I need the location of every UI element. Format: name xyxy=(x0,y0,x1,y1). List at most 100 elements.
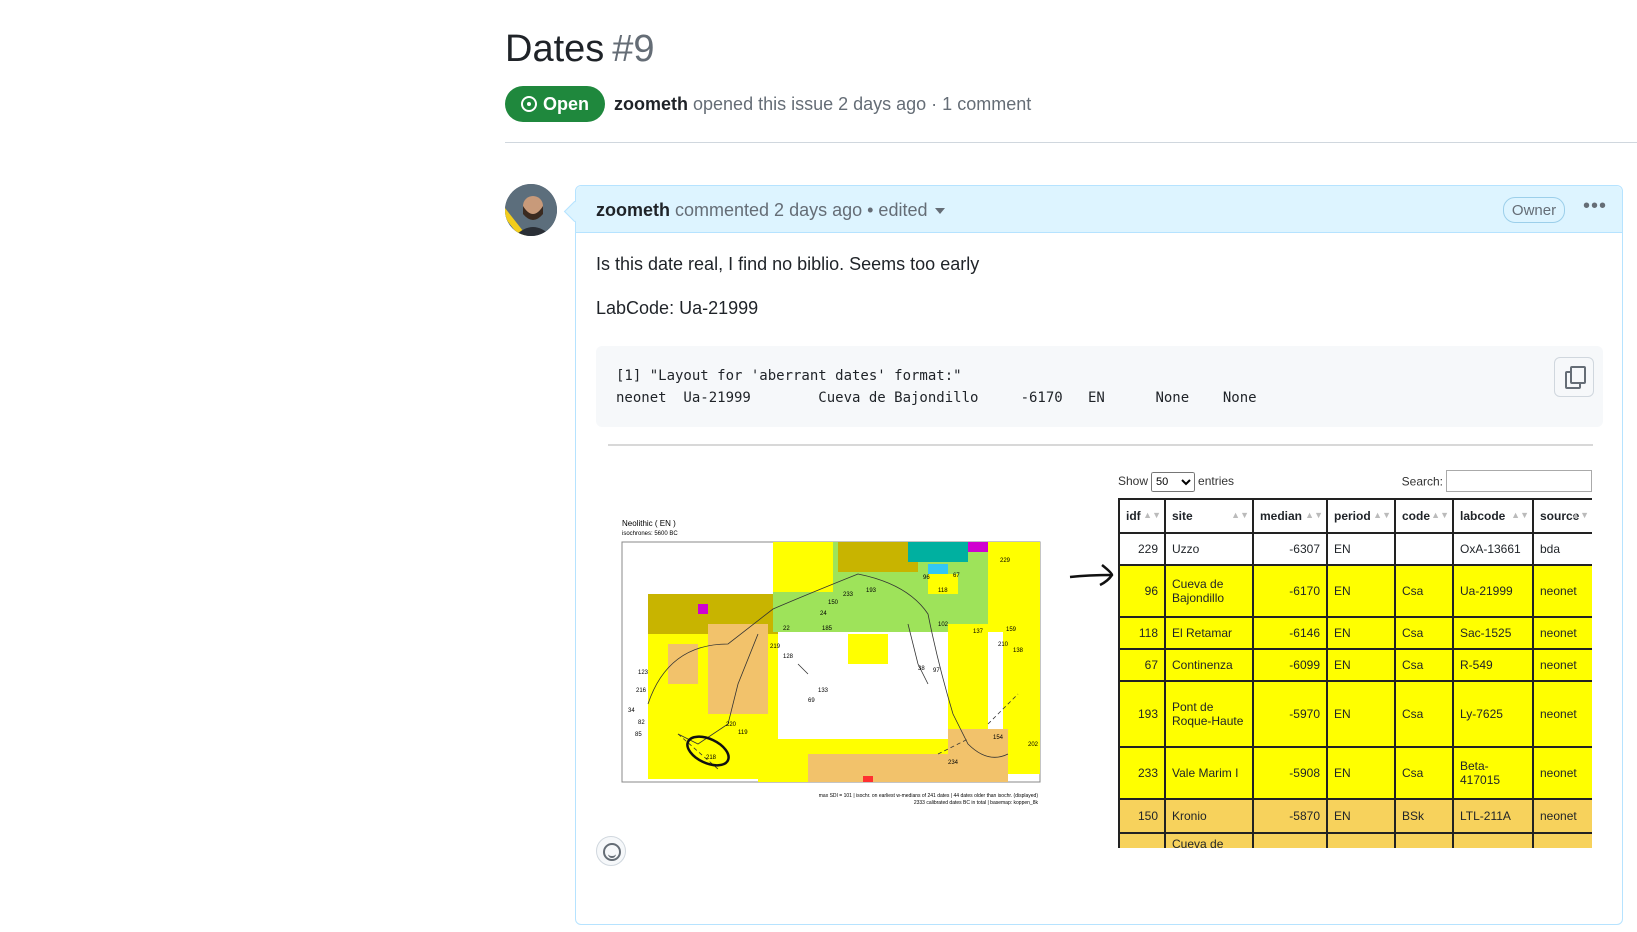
map-site-label: 67 xyxy=(953,573,960,579)
map-site-label: 219 xyxy=(770,644,781,650)
cell-site: Pont de Roque-Haute xyxy=(1164,680,1254,748)
column-header-0[interactable]: idf ▲▼ xyxy=(1118,498,1166,534)
map-cell xyxy=(698,604,708,614)
cell-median: -5908 xyxy=(1252,746,1328,800)
issue-author-link[interactable]: zoometh xyxy=(614,94,688,114)
map-title: Neolithic ( EN ) xyxy=(622,519,676,528)
comment-author-link[interactable]: zoometh xyxy=(596,200,670,220)
cell-source: neonet xyxy=(1532,798,1592,834)
map-site-label: 218 xyxy=(706,755,717,761)
column-header-3[interactable]: period ▲▼ xyxy=(1326,498,1396,534)
datatable-screenshot: Show 50 entries Search: idf ▲▼ site ▲▼ median ▲… xyxy=(1118,464,1592,848)
cell-period: EN xyxy=(1326,746,1396,800)
search-input[interactable] xyxy=(1446,470,1592,492)
map-site-label: 69 xyxy=(808,698,815,704)
table-header-row: idf ▲▼ site ▲▼ median ▲▼ period ▲▼ code ▲▼ labcode… xyxy=(1118,498,1592,534)
cell-site: Vale Marim I xyxy=(1164,746,1254,800)
map-site-label: 102 xyxy=(938,622,949,628)
table-row: 233 Vale Marim I -5908 EN Csa Beta-417015 neon… xyxy=(1118,746,1592,800)
cell-labcode: Beta-417015 xyxy=(1452,746,1534,800)
cell-source: neonet xyxy=(1532,564,1592,618)
column-header-label: labcode xyxy=(1460,509,1506,523)
issue-title-text: Dates xyxy=(505,28,605,70)
issue-meta: zoometh opened this issue 2 days ago · 1… xyxy=(614,94,1031,115)
cell-labcode: LTL-211A xyxy=(1452,798,1534,834)
cell-idf: 229 xyxy=(1118,532,1166,566)
code-block: [1] "Layout for 'aberrant dates' format:… xyxy=(596,346,1603,427)
map-cell xyxy=(1003,624,1040,774)
cell-site: Cueva de xyxy=(1164,832,1254,848)
data-table: idf ▲▼ site ▲▼ median ▲▼ period ▲▼ code ▲▼ labcode… xyxy=(1118,498,1592,848)
avatar[interactable] xyxy=(505,184,557,236)
hand-arrow-annotation xyxy=(1069,564,1114,587)
column-header-4[interactable]: code ▲▼ xyxy=(1394,498,1454,534)
map-cell xyxy=(708,624,768,714)
map-site-label: 123 xyxy=(638,670,649,676)
entries-select[interactable]: 50 xyxy=(1151,472,1196,492)
map-site-label: 216 xyxy=(636,688,647,694)
table-row: 193 Pont de Roque-Haute -5970 EN Csa Ly-7625 n… xyxy=(1118,680,1592,748)
search-box: Search: xyxy=(1402,470,1592,492)
search-label: Search: xyxy=(1401,474,1443,489)
map-site-label: 202 xyxy=(1028,742,1039,748)
comment-header: zoometh commented 2 days ago • edited Ow… xyxy=(576,186,1622,233)
map-site-label: 159 xyxy=(1006,627,1017,633)
code-line2: neonet Ua-21999 Cueva de Bajondillo -617… xyxy=(616,390,1257,406)
map-site-label: 185 xyxy=(822,626,833,632)
cell-idf: 150 xyxy=(1118,798,1166,834)
map-site-label: 119 xyxy=(738,730,748,736)
column-header-5[interactable]: labcode ▲▼ xyxy=(1452,498,1534,534)
map-site-label: 97 xyxy=(933,668,940,674)
cell-idf: 67 xyxy=(1118,648,1166,682)
map-footer1: max SDI = 101 | isochr. on earliest w-me… xyxy=(819,793,1039,799)
comment-header-text[interactable]: commented 2 days ago • edited xyxy=(675,200,927,220)
cell-source: neonet xyxy=(1532,648,1592,682)
cell-labcode: Sac-1525 xyxy=(1452,616,1534,650)
copy-button[interactable] xyxy=(1554,357,1594,397)
map-cell xyxy=(908,542,968,562)
cell-site: Continenza xyxy=(1164,648,1254,682)
table-row: 150 Kronio -5870 EN BSk LTL-211A neonet xyxy=(1118,798,1592,834)
sort-icon: ▲▼ xyxy=(1431,510,1449,520)
header-divider xyxy=(505,142,1637,143)
map-site-label: 82 xyxy=(638,720,645,726)
map-site-label: 85 xyxy=(635,732,642,738)
cell-code: Csa xyxy=(1394,616,1454,650)
map-site-label: 24 xyxy=(820,611,827,617)
add-reaction-smiley-icon[interactable] xyxy=(596,836,626,866)
issue-number: #9 xyxy=(612,28,655,70)
cell-labcode xyxy=(1452,832,1534,848)
map-site-label: 38 xyxy=(918,666,925,672)
cell-source: bda xyxy=(1532,532,1592,566)
sort-icon: ▲▼ xyxy=(1511,510,1529,520)
entries-label: entries xyxy=(1198,474,1235,488)
cell-labcode: R-549 xyxy=(1452,648,1534,682)
cell-median: -5970 xyxy=(1252,680,1328,748)
cell-code: Csa xyxy=(1394,648,1454,682)
kebab-menu-icon[interactable]: ••• xyxy=(1580,196,1610,220)
chevron-down-icon[interactable] xyxy=(935,208,946,215)
comment-body-line2: LabCode: Ua-21999 xyxy=(596,298,759,318)
cell-median: -5870 xyxy=(1252,798,1328,834)
cell-source: neonet xyxy=(1532,680,1592,748)
code-content: [1] "Layout for 'aberrant dates' format:… xyxy=(616,365,1257,409)
column-header-2[interactable]: median ▲▼ xyxy=(1252,498,1328,534)
cell-site: El Retamar xyxy=(1164,616,1254,650)
map-site-label: 233 xyxy=(843,592,854,598)
cell-period: EN xyxy=(1326,564,1396,618)
issue-opened-icon xyxy=(520,96,537,112)
cell-median: -6307 xyxy=(1252,532,1328,566)
cell-source: neonet xyxy=(1532,746,1592,800)
map-site-label: 128 xyxy=(783,654,794,660)
column-header-6[interactable]: source ▲▼ xyxy=(1532,498,1592,534)
cell-median: -6170 xyxy=(1252,564,1328,618)
attached-screenshot: Neolithic ( EN ) isochrones: 5600 BC 229… xyxy=(608,444,1593,848)
map-site-label: 133 xyxy=(818,688,829,694)
code-line1: [1] "Layout for 'aberrant dates' format:… xyxy=(616,368,962,384)
column-header-label: period xyxy=(1334,509,1371,523)
column-header-1[interactable]: site ▲▼ xyxy=(1164,498,1254,534)
cell-source xyxy=(1532,832,1592,848)
cell-median: -6099 xyxy=(1252,648,1328,682)
issue-title: Dates #9 xyxy=(505,28,655,71)
table-body: 229 Uzzo -6307 EN OxA-13661 bda 96 Cueva de Baj… xyxy=(1118,532,1592,848)
